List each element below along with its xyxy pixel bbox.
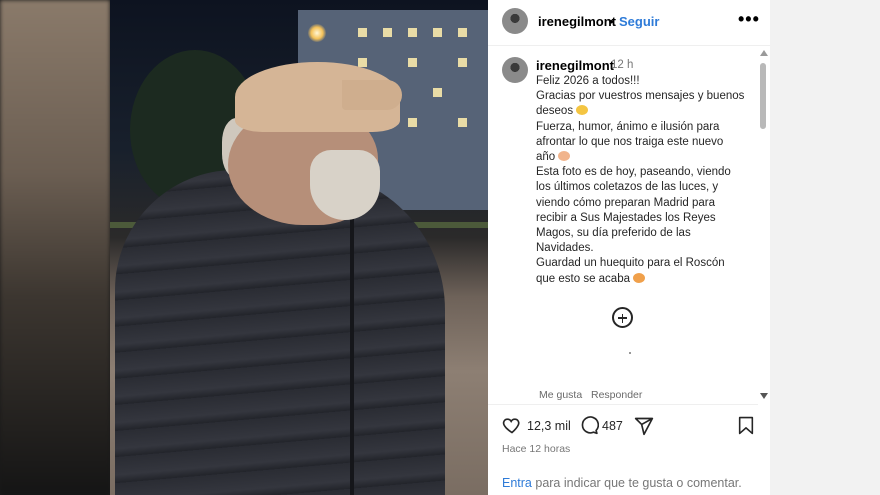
caption-line: que esto se acaba — [536, 272, 751, 287]
post-photo — [110, 0, 488, 495]
blurred-background-left — [0, 0, 110, 495]
loading-dot — [629, 352, 631, 354]
comment-count[interactable]: 487 — [602, 419, 623, 433]
blurred-background-right — [770, 0, 880, 495]
comments-scrollbar[interactable] — [759, 50, 768, 400]
posted-time: Hace 12 horas — [502, 443, 571, 455]
avatar[interactable] — [502, 8, 528, 34]
separator-dot: • — [609, 14, 614, 29]
like-count[interactable]: 12,3 mil — [527, 419, 571, 433]
flexed-arm-emoji-icon — [558, 151, 571, 162]
photo-beard — [310, 150, 380, 220]
caption-line: Feliz 2026 a todos!!! — [536, 75, 640, 87]
caption-line: año — [536, 150, 751, 165]
caption-line: Navidades. — [536, 242, 594, 255]
caption-line-text: año — [536, 151, 556, 164]
caption-line-text: que esto se acaba — [536, 272, 630, 285]
caption-line: Magos, su día preferido de las — [536, 227, 691, 240]
caption-time: 12 h — [611, 59, 634, 71]
caption-line: Fuerza, humor, ánimo e ilusión para — [536, 120, 720, 133]
header-username[interactable]: irenegilmont — [538, 14, 616, 29]
follow-button[interactable]: Seguir — [619, 14, 659, 29]
login-prompt-text: para indicar que te gusta o comentar. — [531, 476, 742, 490]
photo-streetlight — [308, 24, 326, 42]
caption-line: recibir a Sus Majestades los Reyes — [536, 211, 716, 224]
caption-line: Gracias por vuestros mensajes y buenos — [536, 90, 745, 103]
post-header: irenegilmont • Seguir ••• — [488, 0, 770, 46]
login-prompt: Entra para indicar que te gusta o coment… — [502, 476, 742, 490]
comment-icon[interactable] — [579, 415, 599, 435]
photo-cap-brim — [342, 80, 402, 110]
scroll-up-arrow-icon[interactable] — [760, 50, 768, 56]
bookmark-icon[interactable] — [738, 416, 754, 435]
caption-reply-link[interactable]: Responder — [591, 389, 642, 401]
actions-divider — [488, 404, 758, 405]
heart-icon[interactable] — [502, 415, 522, 435]
caption-line: deseos — [536, 104, 751, 119]
caption-line: los últimos coletazos de las luces, y — [536, 181, 719, 194]
caption-username[interactable]: irenegilmont — [536, 58, 614, 73]
caption-line: viendo cómo preparan Madrid para — [536, 196, 715, 209]
post-side-panel: irenegilmont • Seguir ••• irenegilmont 1… — [488, 0, 770, 495]
caption-text: Feliz 2026 a todos!!! Gracias por vuestr… — [536, 74, 751, 287]
add-comment-icon[interactable] — [612, 307, 633, 328]
login-link[interactable]: Entra — [502, 476, 532, 490]
share-icon[interactable] — [634, 416, 654, 436]
caption-avatar[interactable] — [502, 57, 528, 83]
more-icon[interactable]: ••• — [738, 9, 760, 30]
caption-line: Guardad un huequito para el Roscón — [536, 257, 725, 270]
scroll-down-arrow-icon[interactable] — [760, 393, 768, 399]
clapping-emoji-icon — [576, 105, 589, 116]
smiling-hearts-emoji-icon — [633, 272, 646, 283]
caption-line: Esta foto es de hoy, paseando, viendo — [536, 166, 731, 179]
photo-zip — [350, 210, 354, 495]
caption-line: afrontar lo que nos traiga este nuevo — [536, 135, 724, 148]
scrollbar-thumb[interactable] — [760, 63, 766, 129]
caption-line-text: deseos — [536, 105, 574, 118]
caption-like-link[interactable]: Me gusta — [539, 389, 582, 401]
